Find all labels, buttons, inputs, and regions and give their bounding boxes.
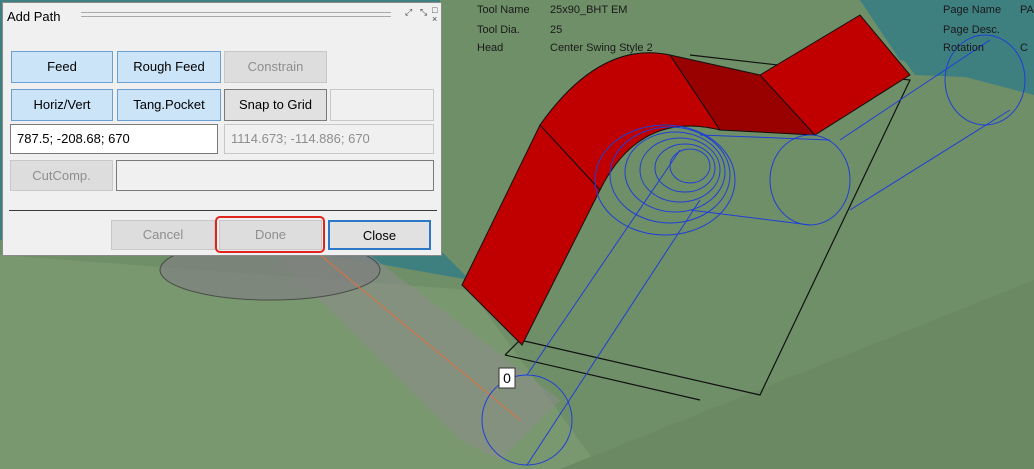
head-value: Center Swing Style 2 bbox=[550, 42, 653, 54]
done-button[interactable]: Done bbox=[219, 220, 322, 250]
dialog-title: Add Path bbox=[7, 9, 61, 24]
close-button[interactable]: Close bbox=[328, 220, 431, 250]
add-path-dialog: Add Path ⤢ ⤡ □ × Feed Rough Feed Constrai… bbox=[2, 2, 442, 256]
rotation-value: C bbox=[1020, 42, 1028, 54]
feed-button[interactable]: Feed bbox=[11, 51, 113, 83]
tool-dia-label: Tool Dia. bbox=[477, 24, 520, 36]
page-name-value: PA bbox=[1020, 4, 1034, 16]
page-name-label: Page Name bbox=[943, 4, 1002, 16]
divider bbox=[9, 210, 437, 211]
snap-to-grid-button[interactable]: Snap to Grid bbox=[224, 89, 327, 121]
tool-dia-value: 25 bbox=[550, 24, 563, 36]
page-desc-label: Page Desc. bbox=[943, 24, 1000, 36]
title-grip[interactable] bbox=[81, 16, 391, 17]
head-label: Head bbox=[477, 42, 504, 54]
title-grip[interactable] bbox=[81, 12, 391, 13]
empty-field-top[interactable] bbox=[330, 89, 434, 121]
coord-readout: 1114.673; -114.886; 670 bbox=[224, 124, 434, 154]
expand-icon[interactable]: ⤢ bbox=[405, 8, 412, 17]
collapse-icon[interactable]: ⤡ bbox=[420, 8, 427, 17]
tang-pocket-button[interactable]: Tang.Pocket bbox=[117, 89, 221, 121]
rotation-label: Rotation bbox=[943, 42, 984, 54]
tool-name-value: 25x90_BHT EM bbox=[550, 4, 628, 16]
close-icon[interactable]: □ × bbox=[432, 6, 437, 24]
tool-name-label: Tool Name bbox=[477, 4, 530, 16]
cancel-button[interactable]: Cancel bbox=[111, 220, 215, 250]
cutcomp-button[interactable]: CutComp. bbox=[10, 160, 113, 191]
point-marker-label: 0 bbox=[503, 370, 511, 386]
constrain-button[interactable]: Constrain bbox=[224, 51, 327, 83]
horiz-vert-button[interactable]: Horiz/Vert bbox=[11, 89, 113, 121]
rough-feed-button[interactable]: Rough Feed bbox=[117, 51, 221, 83]
coord-input[interactable]: 787.5; -208.68; 670 bbox=[10, 124, 218, 154]
empty-field-bottom[interactable] bbox=[116, 160, 434, 191]
